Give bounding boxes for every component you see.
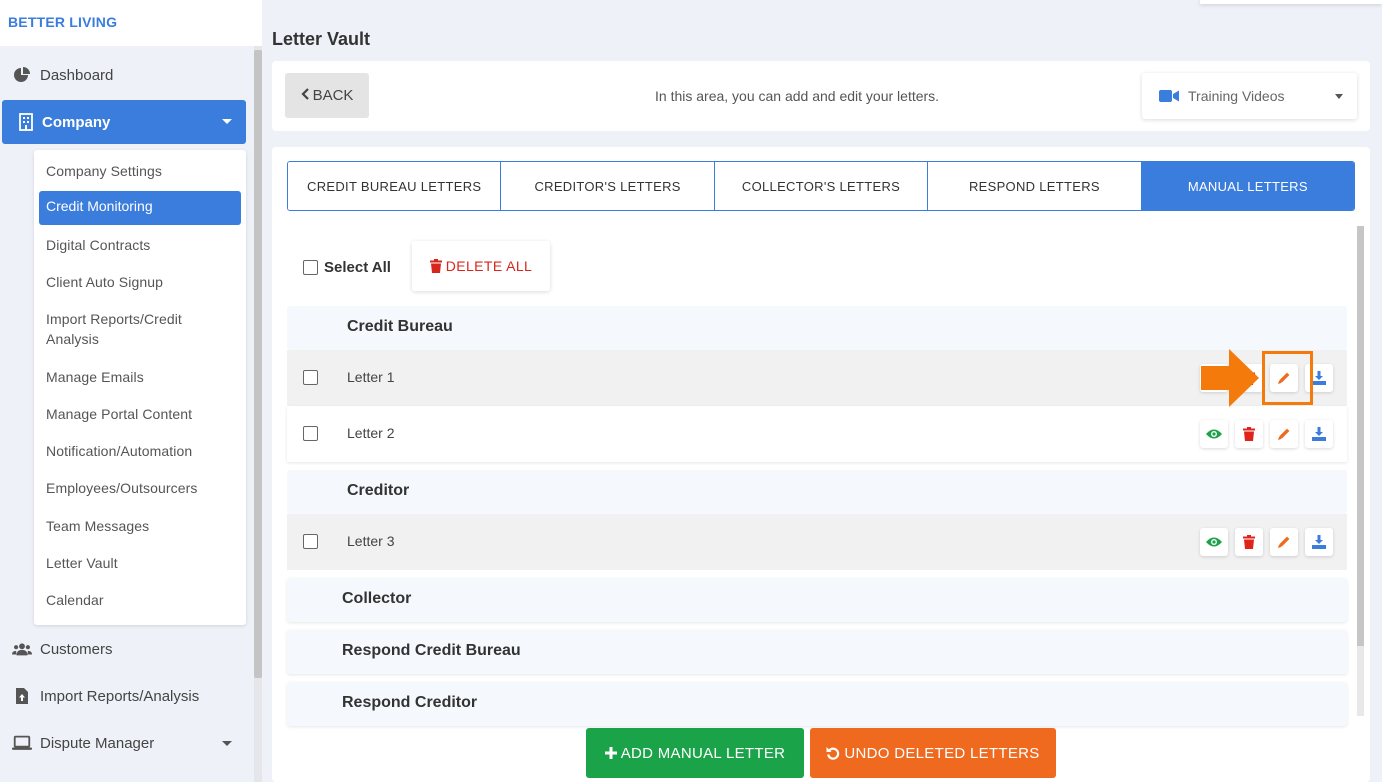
row-checkbox[interactable] <box>303 426 318 441</box>
row-actions <box>1200 420 1347 448</box>
group-respond-credit-bureau[interactable]: Respond Credit Bureau <box>287 630 1347 674</box>
submenu-manage-emails[interactable]: Manage Emails <box>46 367 144 387</box>
submenu-label-line1: Import Reports/Credit <box>46 311 182 327</box>
sidebar-item-label: Customers <box>40 640 113 658</box>
submenu-team-messages[interactable]: Team Messages <box>46 516 149 536</box>
pie-chart-icon <box>12 65 32 85</box>
scrollbar-thumb[interactable] <box>1357 226 1364 646</box>
plus-icon <box>604 747 617 759</box>
chevron-down-icon <box>222 119 232 124</box>
undo-deleted-letters-button[interactable]: UNDO DELETED LETTERS <box>810 728 1056 778</box>
add-manual-letter-label: ADD MANUAL LETTER <box>620 744 786 762</box>
file-upload-icon <box>12 686 32 706</box>
pencil-icon[interactable] <box>1270 420 1298 448</box>
eye-icon[interactable] <box>1200 528 1228 556</box>
download-icon[interactable] <box>1305 528 1333 556</box>
letters-panel: CREDIT BUREAU LETTERS CREDITOR'S LETTERS… <box>272 147 1370 782</box>
sidebar-item-dispute-manager[interactable]: Dispute Manager <box>12 733 154 753</box>
table-row: Letter 2 <box>287 406 1347 462</box>
submenu-client-auto-signup[interactable]: Client Auto Signup <box>46 272 163 292</box>
eye-icon[interactable] <box>1200 420 1228 448</box>
delete-all-label: DELETE ALL <box>445 258 533 274</box>
tab-collectors-letters[interactable]: COLLECTOR'S LETTERS <box>714 162 929 210</box>
tab-creditors-letters[interactable]: CREDITOR'S LETTERS <box>501 162 715 210</box>
sidebar-item-label: Company <box>42 113 111 131</box>
group-credit-bureau[interactable]: Credit Bureau <box>287 306 1347 350</box>
submenu-employees-outsourcers[interactable]: Employees/Outsourcers <box>46 478 198 498</box>
company-submenu: Company Settings Credit Monitoring Digit… <box>34 150 246 625</box>
training-videos-dropdown[interactable]: Training Videos <box>1142 73 1357 119</box>
sidebar-item-customers[interactable]: Customers <box>12 639 113 659</box>
submenu-credit-monitoring[interactable]: Credit Monitoring <box>39 191 241 225</box>
table-row: Letter 3 <box>287 514 1347 570</box>
video-camera-icon <box>1159 89 1179 103</box>
submenu-letter-vault[interactable]: Letter Vault <box>46 553 118 573</box>
back-label: BACK <box>312 87 354 104</box>
header-card: BACK In this area, you can add and edit … <box>272 61 1370 131</box>
row-checkbox[interactable] <box>303 534 318 549</box>
sidebar-item-label: Dashboard <box>40 66 114 84</box>
back-button[interactable]: BACK <box>285 73 369 118</box>
building-icon <box>16 112 36 132</box>
submenu-import-reports[interactable]: Import Reports/Credit Analysis <box>46 309 182 349</box>
table-row: Letter 1 <box>287 350 1347 406</box>
submenu-manage-portal-content[interactable]: Manage Portal Content <box>46 404 192 424</box>
undo-icon <box>826 746 840 760</box>
scrollbar-thumb[interactable] <box>254 50 262 678</box>
row-actions <box>1200 528 1347 556</box>
select-all-checkbox[interactable] <box>303 260 318 275</box>
select-all-label: Select All <box>324 259 391 276</box>
tab-manual-letters[interactable]: MANUAL LETTERS <box>1141 162 1354 210</box>
sidebar-item-dashboard[interactable]: Dashboard <box>12 65 113 85</box>
chevron-down-icon <box>1335 94 1343 99</box>
sidebar-scrollbar[interactable] <box>254 46 262 782</box>
brand-logo[interactable]: BETTER LIVING <box>0 0 262 46</box>
edit-highlight-box <box>1262 351 1313 405</box>
sidebar-item-label: Import Reports/Analysis <box>40 687 200 705</box>
users-icon <box>12 639 32 659</box>
tab-credit-bureau-letters[interactable]: CREDIT BUREAU LETTERS <box>288 162 502 210</box>
training-videos-label: Training Videos <box>1188 88 1285 104</box>
letter-name: Letter 1 <box>347 369 395 385</box>
sidebar-item-label: Dispute Manager <box>40 734 155 752</box>
letter-name: Letter 2 <box>347 425 395 441</box>
group-respond-creditor[interactable]: Respond Creditor <box>287 682 1347 726</box>
group-collector[interactable]: Collector <box>287 578 1347 622</box>
trash-icon[interactable] <box>1235 528 1263 556</box>
sidebar: BETTER LIVING Dashboard Company Company … <box>0 0 262 782</box>
chevron-down-icon <box>222 741 232 746</box>
laptop-icon <box>12 733 32 753</box>
trash-icon[interactable] <box>1235 420 1263 448</box>
download-icon[interactable] <box>1305 420 1333 448</box>
tab-respond-letters[interactable]: RESPOND LETTERS <box>928 162 1142 210</box>
page-title: Letter Vault <box>272 29 371 49</box>
letter-tabs: CREDIT BUREAU LETTERS CREDITOR'S LETTERS… <box>287 161 1355 211</box>
add-manual-letter-button[interactable]: ADD MANUAL LETTER <box>586 728 804 778</box>
submenu-company-settings[interactable]: Company Settings <box>46 161 162 181</box>
row-checkbox[interactable] <box>303 370 318 385</box>
trash-icon <box>429 259 442 273</box>
letter-name: Letter 3 <box>347 533 395 549</box>
submenu-notification-automation[interactable]: Notification/Automation <box>46 441 192 461</box>
sidebar-item-company[interactable]: Company <box>2 100 246 144</box>
sidebar-item-import-reports[interactable]: Import Reports/Analysis <box>12 686 199 706</box>
undo-deleted-letters-label: UNDO DELETED LETTERS <box>844 744 1040 762</box>
info-text: In this area, you can add and edit your … <box>655 88 940 104</box>
submenu-calendar[interactable]: Calendar <box>46 590 104 610</box>
top-dropdown-edge <box>1200 0 1382 4</box>
delete-all-button[interactable]: DELETE ALL <box>412 241 550 291</box>
group-creditor[interactable]: Creditor <box>287 470 1347 514</box>
submenu-digital-contracts[interactable]: Digital Contracts <box>46 235 150 255</box>
arrow-right-icon <box>1201 349 1261 412</box>
pencil-icon[interactable] <box>1270 528 1298 556</box>
chevron-left-icon <box>301 87 310 104</box>
list-scrollbar[interactable] <box>1357 226 1364 716</box>
select-all[interactable]: Select All <box>303 259 391 276</box>
submenu-label-line2: Analysis <box>46 331 99 347</box>
